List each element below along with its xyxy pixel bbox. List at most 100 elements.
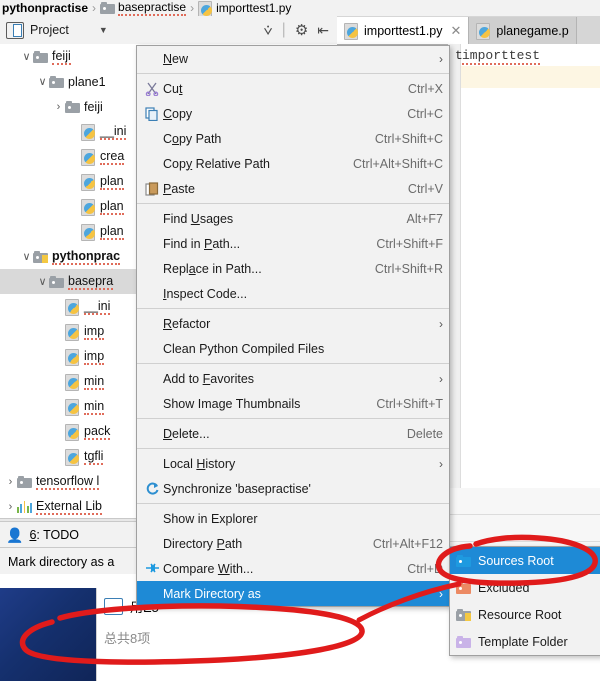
menu-item-synchronize-basepractise[interactable]: Synchronize 'basepractise': [137, 476, 449, 501]
menu-item-label: Show in Explorer: [163, 511, 258, 526]
submenu-item-label: Template Folder: [478, 634, 568, 649]
menu-item-cut[interactable]: Cut Ctrl+X: [137, 76, 449, 101]
submenu-item-excluded[interactable]: Excluded: [450, 574, 600, 601]
menu-item-mark-directory-as[interactable]: Mark Directory as ›: [137, 581, 449, 606]
editor-tab-label: planegame.p: [496, 23, 569, 38]
menu-item-label: Directory Path: [163, 536, 243, 551]
breadcrumb-item-2[interactable]: importtest1.py: [196, 0, 293, 16]
folder-icon: [33, 50, 48, 63]
close-icon[interactable]: ✕: [451, 23, 462, 39]
python-file-icon: [65, 449, 80, 466]
submenu-item-sources-root[interactable]: Sources Root: [450, 547, 600, 574]
collapse-all-icon[interactable]: ⩒: [264, 22, 273, 39]
current-line-highlight: [460, 66, 600, 88]
menu-separator: [137, 503, 449, 504]
breadcrumb-label-2: importtest1.py: [216, 1, 292, 15]
context-menu[interactable]: New › Cut Ctrl+X Copy Ctrl+C Copy Path Ctrl+Shi…: [136, 45, 450, 607]
editor-tab-planegame[interactable]: planegame.p: [469, 17, 577, 44]
menu-separator: [137, 363, 449, 364]
menu-item-shortcut: Ctrl+Alt+Shift+C: [353, 156, 443, 171]
tree-row-label: plan: [100, 198, 124, 215]
submenu-item-template-folder[interactable]: Template Folder: [450, 628, 600, 655]
menu-item-local-history[interactable]: Local History ›: [137, 451, 449, 476]
menu-item-find-in-path[interactable]: Find in Path... Ctrl+Shift+F: [137, 231, 449, 256]
editor-area[interactable]: [460, 44, 600, 518]
menu-item-label: Add to Favorites: [163, 371, 255, 386]
menu-item-shortcut: Delete: [406, 426, 443, 441]
module-folder-icon: [33, 250, 48, 263]
menu-item-clean-python-compiled-files[interactable]: Clean Python Compiled Files: [137, 336, 449, 361]
editor-tab-importtest1[interactable]: importtest1.py ✕: [337, 17, 470, 44]
menu-item-shortcut: Ctrl+Alt+F12: [372, 536, 443, 551]
menu-item-copy[interactable]: Copy Ctrl+C: [137, 101, 449, 126]
menu-item-paste[interactable]: Paste Ctrl+V: [137, 176, 449, 201]
breadcrumb-label-0: pythonpractise: [2, 1, 89, 15]
tree-row-label: External Lib: [36, 498, 103, 515]
python-file-icon: [81, 124, 96, 141]
submenu-item-resource-root[interactable]: Resource Root: [450, 601, 600, 628]
menu-item-shortcut: Ctrl+Shift+T: [376, 396, 443, 411]
chevron-down-icon[interactable]: ∨: [36, 275, 49, 288]
breadcrumb-separator-0: ›: [92, 1, 97, 15]
menu-item-refactor[interactable]: Refactor ›: [137, 311, 449, 336]
menu-item-compare-with[interactable]: Compare With... Ctrl+D: [137, 556, 449, 581]
menu-separator: [137, 73, 449, 74]
tree-row-label: pack: [84, 423, 111, 440]
chevron-right-icon: ›: [439, 316, 443, 331]
chevron-down-icon[interactable]: ∨: [36, 75, 49, 88]
menu-item-show-in-explorer[interactable]: Show in Explorer: [137, 506, 449, 531]
python-file-icon: [65, 424, 80, 441]
menu-separator: [137, 418, 449, 419]
menu-item-label: Synchronize 'basepractise': [163, 481, 311, 496]
menu-item-label: Paste: [163, 181, 195, 196]
folder-icon: [17, 475, 32, 488]
menu-item-shortcut: Ctrl+Shift+R: [374, 261, 443, 276]
menu-item-label: Find Usages: [163, 211, 234, 226]
chevron-down-icon[interactable]: ∨: [20, 50, 33, 63]
template-folder-icon: [456, 635, 471, 648]
breadcrumb-item-0[interactable]: pythonpractise: [0, 1, 90, 15]
python-file-icon: [198, 0, 213, 16]
menu-item-add-to-favorites[interactable]: Add to Favorites ›: [137, 366, 449, 391]
menu-item-label: Cut: [163, 81, 183, 96]
breadcrumb-item-1[interactable]: basepractise: [98, 0, 188, 16]
python-file-icon: [65, 349, 80, 366]
submenu-item-label: Sources Root: [478, 553, 554, 568]
explorer-view-icon[interactable]: [104, 597, 123, 615]
chevron-right-icon: ›: [439, 586, 443, 601]
python-file-icon: [476, 23, 491, 40]
chevron-down-icon[interactable]: ▼: [99, 25, 108, 35]
tree-row-label: __ini: [100, 123, 127, 140]
python-file-icon: [344, 23, 359, 40]
menu-item-label: Refactor: [163, 316, 211, 331]
menu-item-copy-relative-path[interactable]: Copy Relative Path Ctrl+Alt+Shift+C: [137, 151, 449, 176]
menu-item-delete[interactable]: Delete... Delete: [137, 421, 449, 446]
chevron-down-icon[interactable]: ∨: [20, 250, 33, 263]
desktop-wallpaper-thumb: [0, 588, 96, 681]
menu-item-inspect-code[interactable]: Inspect Code...: [137, 281, 449, 306]
chevron-right-icon[interactable]: ›: [4, 501, 17, 513]
chevron-right-icon[interactable]: ›: [52, 101, 65, 113]
folder-icon: [65, 100, 80, 113]
python-file-icon: [65, 324, 80, 341]
menu-item-copy-path[interactable]: Copy Path Ctrl+Shift+C: [137, 126, 449, 151]
project-panel-header: Project ▼ ⩒ | ⚙ ⇤: [0, 16, 337, 45]
menu-item-find-usages[interactable]: Find Usages Alt+F7: [137, 206, 449, 231]
library-icon: [17, 500, 32, 513]
submenu-item-label: Resource Root: [478, 607, 562, 622]
tree-row-label: min: [84, 373, 105, 390]
tree-row-label: pythonprac: [52, 248, 121, 265]
menu-item-replace-in-path[interactable]: Replace in Path... Ctrl+Shift+R: [137, 256, 449, 281]
folder-icon: [49, 75, 64, 88]
status-message: Mark directory as a: [8, 554, 115, 569]
settings-gear-icon[interactable]: ⚙: [295, 21, 308, 39]
chevron-right-icon[interactable]: ›: [4, 476, 17, 488]
menu-item-directory-path[interactable]: Directory Path Ctrl+Alt+F12: [137, 531, 449, 556]
chevron-right-icon: ›: [439, 51, 443, 66]
menu-item-show-image-thumbnails[interactable]: Show Image Thumbnails Ctrl+Shift+T: [137, 391, 449, 416]
sync-icon: [141, 481, 163, 496]
mark-directory-as-submenu[interactable]: Sources Root Excluded Resource Root Templat…: [449, 546, 600, 656]
hide-panel-icon[interactable]: ⇤: [317, 22, 329, 39]
menu-item-label: Find in Path...: [163, 236, 241, 251]
menu-item-new[interactable]: New ›: [137, 46, 449, 71]
